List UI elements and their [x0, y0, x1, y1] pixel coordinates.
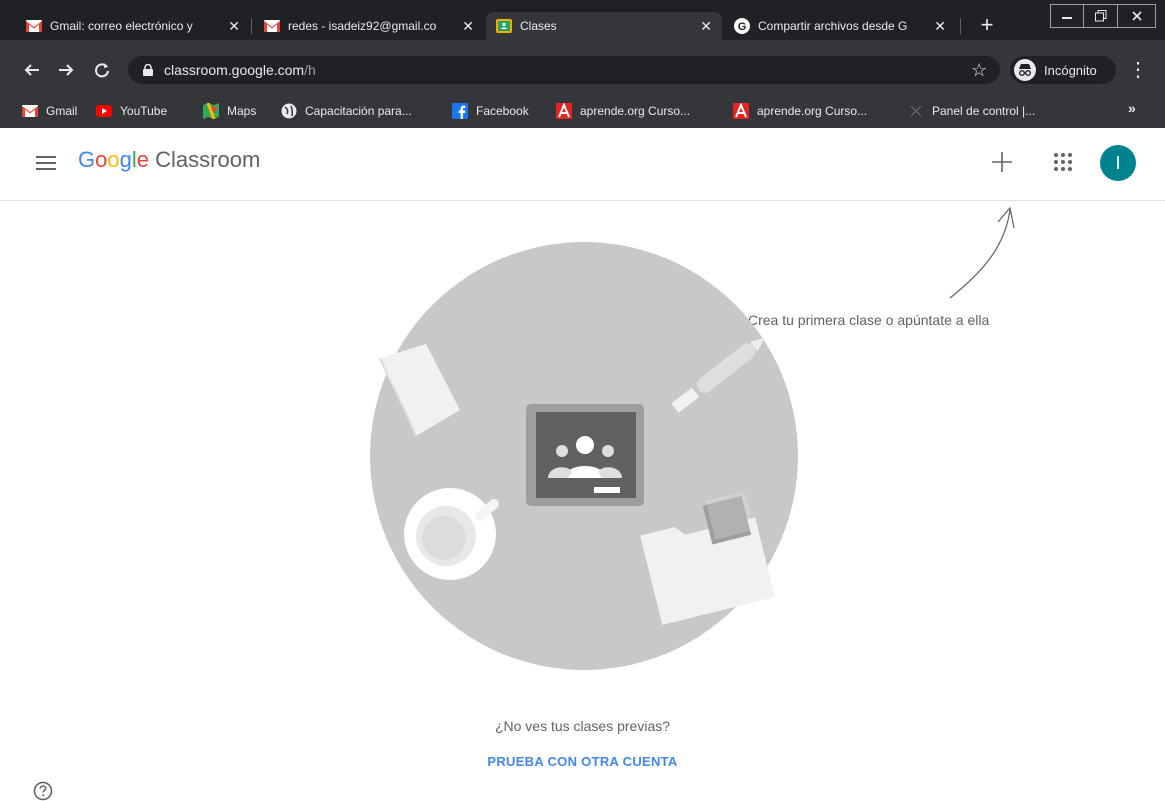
- close-window-button[interactable]: [1118, 4, 1156, 28]
- more-bookmarks-icon[interactable]: »: [1128, 100, 1136, 116]
- logo-letter: e: [136, 147, 150, 172]
- bookmark-facebook[interactable]: Facebook: [452, 100, 529, 122]
- back-arrow-icon: [24, 64, 39, 76]
- hint-arrow-icon: [949, 206, 1015, 299]
- tab-title: Gmail: correo electrónico y: [50, 19, 193, 33]
- no-previous-classes-text: ¿No ves tus clases previas?: [494, 718, 671, 734]
- account-avatar[interactable]: I: [1100, 145, 1136, 181]
- bookmark-label: aprende.org Curso...: [757, 104, 868, 118]
- incognito-badge[interactable]: Incógnito: [1010, 56, 1116, 84]
- tab-title: Compartir archivos desde G: [758, 19, 908, 33]
- close-icon[interactable]: ✕: [228, 18, 240, 35]
- bookmark-aprende-1[interactable]: aprende.org Curso...: [556, 100, 690, 122]
- browser-menu-icon[interactable]: ⋮: [1128, 58, 1148, 82]
- tab-title: redes - isadeiz92@gmail.co: [288, 19, 437, 33]
- logo-letter: o: [107, 147, 120, 172]
- incognito-label: Incógnito: [1044, 62, 1097, 78]
- bookmark-label: Maps: [227, 104, 257, 118]
- bookmark-capacitacion[interactable]: Capacitación para...: [281, 100, 412, 122]
- bookmark-label: Facebook: [476, 104, 529, 118]
- google-apps-icon[interactable]: [1054, 153, 1074, 173]
- classroom-icon: [496, 18, 512, 34]
- restore-icon: [1094, 10, 1106, 22]
- google-icon: G: [734, 18, 750, 34]
- aprende-icon: [733, 103, 749, 119]
- svg-text:G: G: [738, 21, 747, 33]
- gmail-icon: [22, 103, 38, 119]
- tab-divider: [960, 18, 961, 34]
- tab-compartir[interactable]: G Compartir archivos desde G ✕: [724, 12, 956, 40]
- facebook-icon: [452, 103, 468, 119]
- tab-clases[interactable]: Clases ✕: [486, 12, 722, 40]
- empty-classroom-illustration: [370, 242, 798, 670]
- url-path: /h: [304, 62, 316, 78]
- gmail-icon: [264, 18, 280, 34]
- help-icon[interactable]: [33, 781, 53, 801]
- forward-button[interactable]: [52, 56, 80, 84]
- reload-button[interactable]: [88, 56, 116, 84]
- close-icon[interactable]: ✕: [462, 18, 474, 35]
- tab-divider: [251, 18, 252, 34]
- globe-icon: [281, 103, 297, 119]
- tab-gmail[interactable]: Gmail: correo electrónico y ✕: [16, 12, 250, 40]
- google-classroom-logo[interactable]: Google Classroom: [78, 147, 260, 173]
- maps-icon: [203, 103, 219, 119]
- lock-icon: [143, 64, 153, 76]
- logo-letter: g: [119, 147, 132, 172]
- incognito-icon: [1014, 59, 1036, 81]
- back-button[interactable]: [18, 56, 46, 84]
- gmail-icon: [26, 18, 42, 34]
- bookmark-label: Gmail: [46, 104, 78, 118]
- bookmark-label: YouTube: [120, 104, 168, 118]
- new-tab-button[interactable]: +: [975, 12, 999, 38]
- bookmark-label: Panel de control |...: [932, 104, 1036, 118]
- create-or-join-class-button[interactable]: [988, 148, 1016, 176]
- tab-title: Clases: [520, 19, 557, 33]
- plus-icon: [992, 152, 1012, 172]
- try-another-account-link[interactable]: PRUEBA CON OTRA CUENTA: [0, 754, 1165, 769]
- bookmark-gmail[interactable]: Gmail: [22, 100, 77, 122]
- url-host: classroom.google.com: [164, 62, 305, 78]
- logo-product-name: Classroom: [155, 147, 261, 172]
- bookmark-star-icon[interactable]: ☆: [971, 60, 987, 81]
- reload-icon: [95, 63, 109, 78]
- restore-button[interactable]: [1084, 4, 1118, 28]
- bookmark-label: Capacitación para...: [305, 104, 412, 118]
- logo-letter: G: [78, 147, 96, 172]
- logo-letter: o: [95, 147, 108, 172]
- main-menu-icon[interactable]: [36, 156, 56, 170]
- bookmark-label: aprende.org Curso...: [580, 104, 691, 118]
- bookmark-aprende-2[interactable]: aprende.org Curso...: [733, 100, 867, 122]
- bookmark-maps[interactable]: Maps: [203, 100, 256, 122]
- minimize-button[interactable]: [1050, 4, 1084, 28]
- close-icon[interactable]: ✕: [700, 18, 712, 35]
- bookmark-youtube[interactable]: YouTube: [96, 100, 167, 122]
- bookmark-panel[interactable]: Panel de control |...: [908, 100, 1035, 122]
- panel-icon: [908, 103, 924, 119]
- forward-arrow-icon: [59, 64, 74, 76]
- youtube-icon: [96, 103, 112, 119]
- close-icon: [1131, 11, 1142, 21]
- tab-redes[interactable]: redes - isadeiz92@gmail.co ✕: [254, 12, 484, 40]
- aprende-icon: [556, 103, 572, 119]
- minimize-icon: [1062, 17, 1072, 19]
- close-icon[interactable]: ✕: [934, 18, 946, 35]
- address-bar[interactable]: classroom.google.com/h: [128, 56, 1000, 84]
